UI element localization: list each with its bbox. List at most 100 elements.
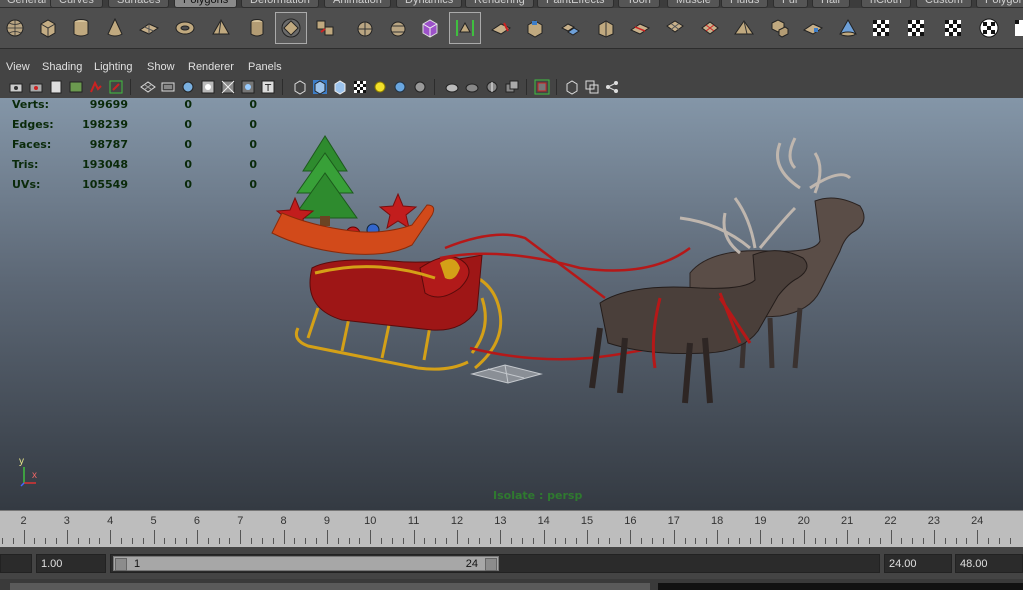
selected-object-icon[interactable] — [449, 12, 481, 44]
poly-plane-icon[interactable] — [134, 13, 164, 43]
smooth-icon[interactable] — [764, 13, 794, 43]
menu-lighting[interactable]: Lighting — [94, 59, 133, 76]
menu-shading[interactable]: Shading — [42, 59, 82, 76]
menu-renderer[interactable]: Renderer — [188, 59, 234, 76]
playback-end-field[interactable]: 24.00 — [884, 554, 952, 573]
menu-panels[interactable]: Panels — [248, 59, 282, 76]
smooth-proxy-icon[interactable] — [275, 12, 307, 44]
grid-icon[interactable] — [140, 79, 156, 95]
shelf-tab-hair[interactable]: Hair — [812, 0, 851, 8]
shelf-tab-toon[interactable]: Toon — [618, 0, 660, 8]
camera-select-icon[interactable] — [8, 79, 24, 95]
triangulate-icon[interactable] — [798, 13, 828, 43]
shelf-tab-animation[interactable]: Animation — [324, 0, 391, 8]
animation-end-field[interactable]: 48.00 — [955, 554, 1023, 573]
shelf-tab-muscle[interactable]: Muscle — [667, 0, 720, 8]
shelf — [0, 8, 1023, 49]
xray-components-icon[interactable] — [484, 79, 500, 95]
xray-icon[interactable] — [444, 79, 460, 95]
split-polygon-icon[interactable] — [625, 13, 655, 43]
default-material-icon[interactable] — [564, 79, 580, 95]
share-icon[interactable] — [604, 79, 620, 95]
bookmark-icon[interactable] — [48, 79, 64, 95]
timeline-major-tick — [500, 530, 502, 544]
shelf-tab-general[interactable]: General — [0, 0, 56, 8]
sculpt-icon[interactable] — [729, 13, 759, 43]
fill-hole-icon[interactable] — [938, 13, 968, 43]
shelf-tab-ncloth[interactable]: nCloth — [861, 0, 911, 8]
poly-torus-icon[interactable] — [170, 13, 200, 43]
symmetry-icon[interactable] — [584, 79, 600, 95]
quadrangulate-icon[interactable] — [833, 13, 863, 43]
camera-attr-icon[interactable] — [28, 79, 44, 95]
shelf-tab-curves[interactable]: Curves — [50, 0, 103, 8]
playback-range-slider[interactable]: 1 24 — [110, 554, 880, 573]
extract-icon[interactable] — [383, 13, 413, 43]
playback-range-handle[interactable]: 1 24 — [113, 556, 499, 571]
checker-uv-1-icon[interactable] — [1008, 13, 1023, 43]
cleanup-icon[interactable] — [901, 13, 931, 43]
two-d-pan-icon[interactable] — [88, 79, 104, 95]
backface-icon[interactable] — [534, 79, 550, 95]
wireframe-icon[interactable] — [292, 79, 308, 95]
shelf-tab-painteffects[interactable]: PaintEffects — [537, 0, 614, 8]
bridge-icon[interactable] — [555, 13, 585, 43]
poly-cube-icon[interactable] — [33, 13, 63, 43]
poly-cone-icon[interactable] — [100, 13, 130, 43]
timeline-frame-label: 22 — [884, 515, 897, 527]
film-gate-icon[interactable] — [160, 79, 176, 95]
reduce-icon[interactable] — [866, 13, 896, 43]
offset-edge-loop-icon[interactable] — [695, 13, 725, 43]
animation-start-field[interactable] — [0, 554, 32, 573]
poly-pyramid-icon[interactable] — [206, 13, 236, 43]
perspective-viewport[interactable]: Verts: 99699 0 0 Edges: 198239 0 0 Faces… — [0, 98, 1023, 510]
extrude-icon[interactable] — [520, 13, 550, 43]
shelf-tab-fluids[interactable]: Fluids — [721, 0, 769, 8]
planar-mapping-icon[interactable] — [974, 13, 1004, 43]
poly-cylinder-icon[interactable] — [66, 13, 96, 43]
ambient-occlusion-icon[interactable] — [412, 79, 428, 95]
field-chart-icon[interactable] — [220, 79, 236, 95]
append-icon[interactable] — [591, 13, 621, 43]
shelf-tab-polygons-2[interactable]: Polygons — [976, 0, 1023, 8]
shelf-tab-fur[interactable]: Fur — [773, 0, 808, 8]
time-slider[interactable]: 2 3 4 5 6 7 8 9 10 11 12 13 14 15 16 17 18 19 20 21 22 23 24 — [0, 510, 1023, 547]
resolution-gate-icon[interactable] — [180, 79, 196, 95]
timeline-minor-tick — [738, 538, 740, 544]
shelf-tab-custom[interactable]: Custom — [916, 0, 972, 8]
command-line-input[interactable] — [10, 583, 650, 590]
wireframe-on-shaded-icon[interactable] — [332, 79, 348, 95]
range-start-cap[interactable] — [115, 558, 127, 571]
image-plane-icon[interactable] — [68, 79, 84, 95]
menu-view[interactable]: View — [6, 59, 30, 76]
grease-pencil-icon[interactable] — [108, 79, 124, 95]
shelf-tab-deformation[interactable]: Deformation — [241, 0, 319, 8]
timeline-frame-label: 21 — [841, 515, 854, 527]
poly-pipe-icon[interactable] — [242, 13, 272, 43]
bevel-icon[interactable] — [486, 13, 516, 43]
poly-sphere-icon[interactable] — [0, 13, 30, 43]
shelf-tab-polygons[interactable]: Polygons — [174, 0, 238, 8]
textured-icon[interactable] — [352, 79, 368, 95]
use-all-lights-icon[interactable] — [372, 79, 388, 95]
combine-icon[interactable] — [310, 13, 340, 43]
timeline-minor-tick — [478, 538, 480, 544]
timeline-minor-tick — [522, 538, 524, 544]
safe-title-icon[interactable]: T — [260, 79, 276, 95]
playback-start-field[interactable]: 1.00 — [36, 554, 106, 573]
timeline-minor-tick — [489, 538, 491, 544]
safe-action-icon[interactable] — [240, 79, 256, 95]
shelf-tab-rendering[interactable]: Rendering — [465, 0, 534, 8]
shelf-tab-dynamics[interactable]: Dynamics — [396, 0, 463, 8]
range-end-cap[interactable] — [485, 558, 497, 571]
shelf-tab-surfaces[interactable]: Surfaces — [108, 0, 170, 8]
insert-edge-loop-icon[interactable] — [660, 13, 690, 43]
smooth-shade-icon[interactable] — [312, 79, 328, 95]
gate-mask-icon[interactable] — [200, 79, 216, 95]
separate-icon[interactable] — [350, 13, 380, 43]
xray-joints-icon[interactable] — [464, 79, 480, 95]
mirror-icon[interactable] — [415, 13, 445, 43]
isolate-select-icon[interactable] — [504, 79, 520, 95]
menu-show[interactable]: Show — [147, 59, 175, 76]
shadows-icon[interactable] — [392, 79, 408, 95]
